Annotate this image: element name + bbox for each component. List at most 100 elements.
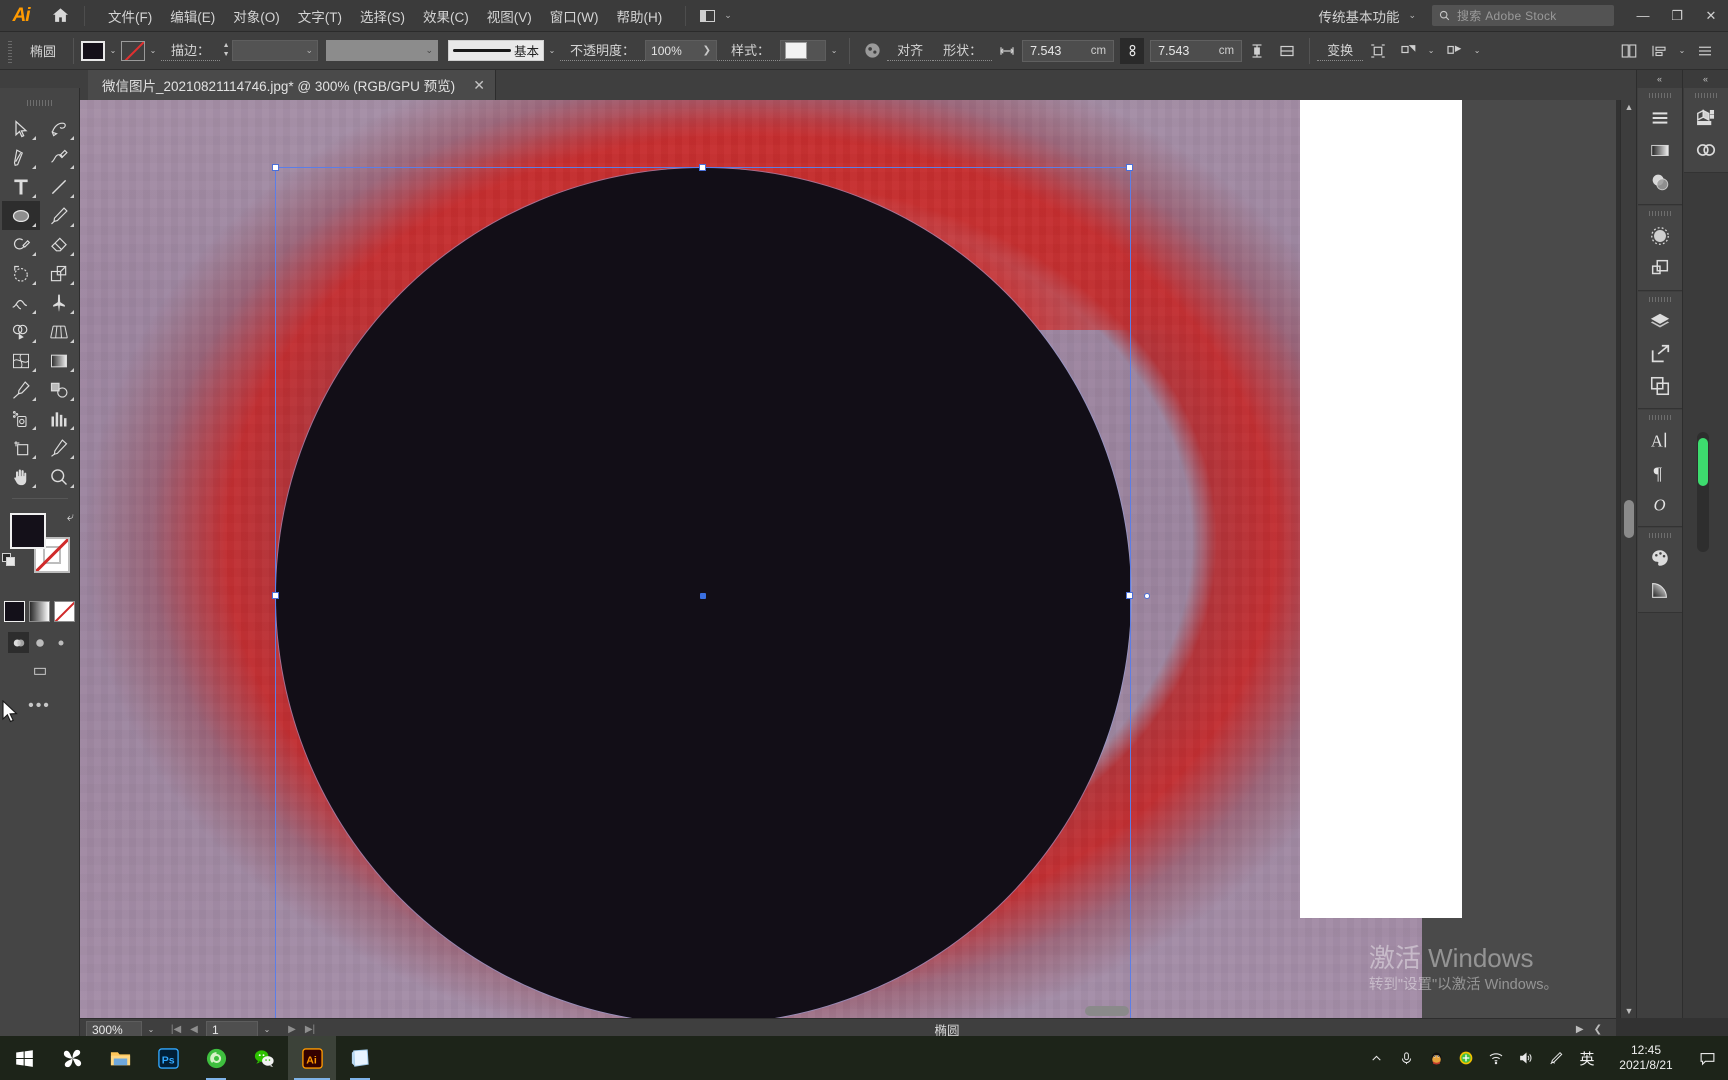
close-icon[interactable]: ✕	[471, 77, 487, 94]
document-canvas[interactable]: 激活 Windows 转到"设置"以激活 Windows。	[80, 100, 1616, 1018]
panel-brushes[interactable]	[1640, 220, 1680, 252]
tools-panel-grip[interactable]	[26, 100, 53, 106]
color-mode-none[interactable]	[54, 601, 75, 622]
width-tool[interactable]	[2, 288, 40, 317]
zoom-tool[interactable]	[40, 462, 78, 491]
stroke-swatch-chevron-down-icon[interactable]: ⌄	[145, 41, 161, 61]
pen-tool[interactable]	[2, 143, 40, 172]
menu-type[interactable]: 文字(T)	[289, 1, 351, 31]
taskbar-clock[interactable]: 12:45 2021/8/21	[1604, 1043, 1688, 1073]
panel-group-grip[interactable]	[1648, 415, 1671, 420]
swap-fill-stroke-icon[interactable]: ⤶	[67, 509, 74, 525]
artboard-chevron-down-icon[interactable]: ⌄	[258, 1025, 276, 1034]
status-flyout-icon[interactable]: ▶	[1576, 1024, 1584, 1035]
last-artboard-icon[interactable]: ▶|	[302, 1024, 318, 1035]
gradient-tool[interactable]	[40, 346, 78, 375]
document-tab[interactable]: 微信图片_20210821114746.jpg* @ 300% (RGB/GPU…	[88, 70, 497, 100]
shaper-tool[interactable]	[2, 230, 40, 259]
taskbar-notepad[interactable]	[336, 1036, 384, 1080]
fill-color-swatch[interactable]	[81, 40, 106, 61]
type-tool[interactable]	[2, 172, 40, 201]
symbol-sprayer-tool[interactable]	[2, 404, 40, 433]
vertical-scrollbar[interactable]: ▲ ▼	[1620, 100, 1636, 1018]
menu-window[interactable]: 窗口(W)	[541, 1, 608, 31]
arrange-panels-chevron-down-icon[interactable]: ⌄	[1674, 41, 1690, 61]
taskbar-wechat[interactable]	[240, 1036, 288, 1080]
shape-height-input[interactable]: 7.543 cm	[1150, 39, 1243, 62]
scroll-down-arrow-icon[interactable]: ▼	[1621, 1004, 1637, 1018]
panel-symbols[interactable]	[1640, 252, 1680, 284]
stroke-color-swatch[interactable]	[121, 40, 146, 61]
shape-width-input[interactable]: 7.543 cm	[1022, 39, 1115, 62]
screen-mode-full-menu[interactable]	[29, 632, 50, 653]
scale-tool[interactable]	[40, 259, 78, 288]
ime-indicator[interactable]: 英	[1572, 1048, 1602, 1069]
menu-edit[interactable]: 编辑(E)	[161, 1, 224, 31]
panel-swatches[interactable]	[1640, 542, 1680, 574]
default-fill-stroke-icon[interactable]	[2, 553, 18, 569]
previous-artboard-icon[interactable]: ◀	[186, 1024, 202, 1035]
menu-help[interactable]: 帮助(H)	[607, 1, 671, 31]
recolor-artwork-icon[interactable]	[857, 38, 887, 64]
isolate-selected-object-icon[interactable]	[1363, 38, 1393, 64]
vertical-distribute-icon[interactable]	[1242, 38, 1272, 64]
arrange-documents-button[interactable]: ⌄	[692, 9, 736, 22]
transform-label[interactable]: 变换	[1317, 40, 1364, 61]
taskbar-sogou[interactable]	[48, 1036, 96, 1080]
arrange-panels-icon[interactable]	[1644, 38, 1674, 64]
screen-mode-full[interactable]	[50, 632, 71, 653]
workspace-switcher[interactable]: 传统基本功能 ⌄	[1308, 6, 1422, 26]
collapse-panel-column-2[interactable]: «	[1683, 70, 1728, 88]
panel-scroll-thumb-green[interactable]	[1697, 438, 1708, 486]
panel-character[interactable]: A	[1640, 424, 1680, 456]
vertical-scrollbar-thumb[interactable]	[1624, 500, 1634, 538]
panel-group-grip[interactable]	[1648, 93, 1671, 98]
tray-show-hidden[interactable]	[1362, 1036, 1390, 1080]
edit-toolbar-chevron-down-icon[interactable]: ⌄	[1469, 41, 1485, 61]
dock-toggle-icon[interactable]	[0, 665, 79, 681]
hand-tool[interactable]	[2, 462, 40, 491]
panel-layers[interactable]	[1640, 306, 1680, 338]
color-mode-solid[interactable]	[4, 601, 25, 622]
curvature-tool[interactable]	[40, 143, 78, 172]
selection-tool[interactable]	[2, 114, 40, 143]
brush-chevron-down-icon[interactable]: ⌄	[544, 41, 560, 61]
next-artboard-icon[interactable]: ▶	[284, 1024, 300, 1035]
document-setup-icon[interactable]	[1614, 38, 1644, 64]
color-mode-gradient[interactable]	[29, 601, 50, 622]
slice-tool[interactable]	[40, 433, 78, 462]
scroll-up-arrow-icon[interactable]: ▲	[1621, 100, 1637, 114]
select-similar-objects-icon[interactable]	[1393, 38, 1423, 64]
stroke-profile-dropdown[interactable]: ⌄	[326, 40, 439, 61]
line-segment-tool[interactable]	[40, 172, 78, 201]
eraser-tool[interactable]	[40, 230, 78, 259]
first-artboard-icon[interactable]: |◀	[168, 1024, 184, 1035]
perspective-grid-tool[interactable]	[40, 317, 78, 346]
edit-toolbar-icon[interactable]	[1439, 38, 1469, 64]
align-to-selection-icon[interactable]	[1272, 38, 1302, 64]
shape-builder-tool[interactable]	[2, 317, 40, 346]
fill-swatch-chevron-down-icon[interactable]: ⌄	[105, 41, 121, 61]
control-bar-menu-icon[interactable]	[1690, 38, 1720, 64]
ellipse-object[interactable]	[276, 168, 1131, 1018]
column-graph-tool[interactable]	[40, 404, 78, 433]
search-input[interactable]: 搜索 Adobe Stock	[1432, 5, 1614, 26]
panel-paragraph[interactable]: ¶	[1640, 456, 1680, 488]
panel-scroll-track[interactable]	[1696, 432, 1709, 552]
direct-selection-tool[interactable]	[40, 114, 78, 143]
eyedropper-tool[interactable]	[2, 375, 40, 404]
zoom-chevron-down-icon[interactable]: ⌄	[142, 1025, 160, 1034]
tray-network[interactable]	[1482, 1036, 1510, 1080]
fill-color-box[interactable]	[10, 513, 46, 549]
panel-gradient-mesh[interactable]	[1640, 574, 1680, 606]
menu-file[interactable]: 文件(F)	[99, 1, 161, 31]
collapse-panel-column-1[interactable]: «	[1637, 70, 1682, 88]
tray-volume[interactable]	[1512, 1036, 1540, 1080]
tray-sogou-pen[interactable]	[1542, 1036, 1570, 1080]
panel-asset-export[interactable]	[1640, 338, 1680, 370]
window-minimize-button[interactable]: —	[1626, 0, 1660, 32]
panel-gradient[interactable]	[1640, 134, 1680, 166]
graphic-style-dropdown[interactable]	[780, 40, 827, 61]
panel-group-grip[interactable]	[1694, 93, 1717, 98]
status-collapse-icon[interactable]: ❮	[1594, 1024, 1602, 1035]
